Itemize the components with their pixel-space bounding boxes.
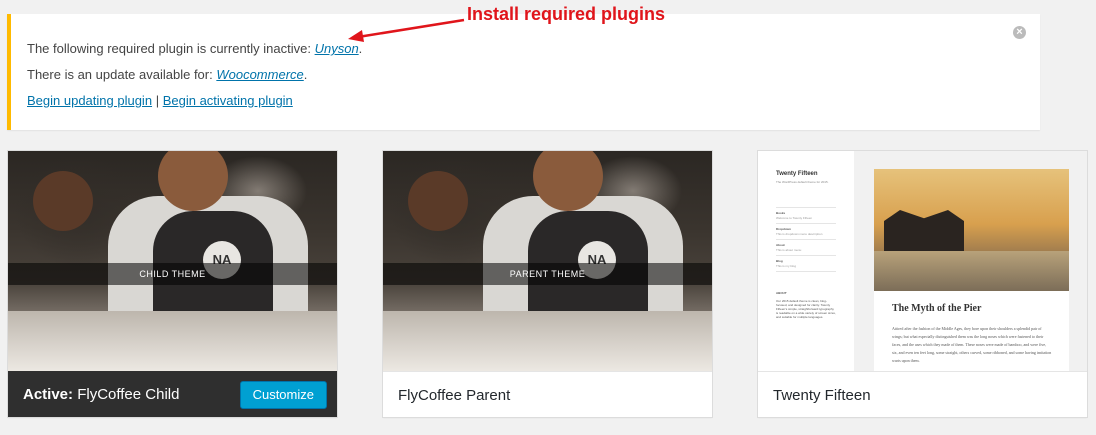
- preview-menu-note: This is about menu: [776, 248, 802, 252]
- notice-line-update: There is an update available for: Woocom…: [27, 67, 307, 82]
- preview-menu-note: This is dropdown menu description: [776, 232, 823, 236]
- preview-sidebar: Twenty Fifteen The WordPress default the…: [758, 151, 854, 371]
- woocommerce-link[interactable]: Woocommerce: [216, 67, 303, 82]
- theme-name: Twenty Fifteen: [773, 387, 871, 404]
- begin-updating-link[interactable]: Begin updating plugin: [27, 93, 152, 108]
- theme-name-bar: Active: FlyCoffee Child Customize: [8, 371, 337, 417]
- preview-menu-note: This is my blog: [776, 264, 797, 268]
- annotation-arrow-icon: [348, 18, 465, 42]
- theme-screenshot[interactable]: NA PARENT THEME: [383, 151, 712, 371]
- theme-card-flycoffee-parent[interactable]: NA PARENT THEME FlyCoffee Parent: [382, 150, 713, 418]
- preview-main: The Myth of the Pier Attired after the f…: [874, 169, 1069, 371]
- screenshot-caption: PARENT THEME: [383, 263, 712, 285]
- preview-site-desc: The WordPress default theme for 2015.: [776, 180, 829, 184]
- screenshot-caption: CHILD THEME: [8, 263, 337, 285]
- notice-text: .: [303, 67, 308, 82]
- theme-name-bar: Twenty Fifteen: [758, 371, 1087, 417]
- customize-button[interactable]: Customize: [239, 381, 327, 409]
- preview-menu-item: About: [776, 243, 785, 247]
- preview-menu-item: Books: [776, 211, 786, 215]
- preview-menu-item: Blog: [776, 259, 783, 263]
- begin-activating-link[interactable]: Begin activating plugin: [163, 93, 293, 108]
- theme-card-twenty-fifteen[interactable]: Twenty Fifteen The WordPress default the…: [757, 150, 1088, 418]
- notice-line-inactive: The following required plugin is current…: [27, 41, 362, 56]
- theme-name-text: FlyCoffee Child: [77, 386, 180, 403]
- preview-about-heading: ABOUT: [776, 291, 787, 295]
- dismiss-icon[interactable]: ×: [1013, 26, 1026, 39]
- theme-screenshot[interactable]: NA CHILD THEME: [8, 151, 337, 371]
- preview-menu-item: Dropdown: [776, 227, 791, 231]
- notice-actions: Begin updating plugin | Begin activating…: [27, 93, 293, 108]
- preview-menu-note: Welcome to Twenty Fifteen: [776, 216, 813, 220]
- theme-card-flycoffee-child[interactable]: NA CHILD THEME Active: FlyCoffee Child C…: [7, 150, 338, 418]
- notice-text: The following required plugin is current…: [27, 41, 315, 56]
- theme-screenshot[interactable]: Twenty Fifteen The WordPress default the…: [758, 151, 1087, 371]
- separator: |: [155, 93, 160, 108]
- theme-name: FlyCoffee Parent: [398, 387, 511, 404]
- active-label: Active:: [23, 386, 74, 403]
- annotation-label: Install required plugins: [467, 4, 666, 24]
- notice-text: There is an update available for:: [27, 67, 217, 82]
- theme-name: Active: FlyCoffee Child: [23, 386, 179, 403]
- preview-post-text: Attired after the fashion of the Middle …: [892, 326, 1052, 363]
- plugin-notice: The following required plugin is current…: [7, 14, 1040, 130]
- theme-name-bar: FlyCoffee Parent: [383, 371, 712, 417]
- preview-about-text: Our 2015 default theme is clean, blog-fo…: [776, 299, 836, 319]
- preview-site-title: Twenty Fifteen: [776, 171, 818, 177]
- preview-post-title: The Myth of the Pier: [892, 303, 982, 314]
